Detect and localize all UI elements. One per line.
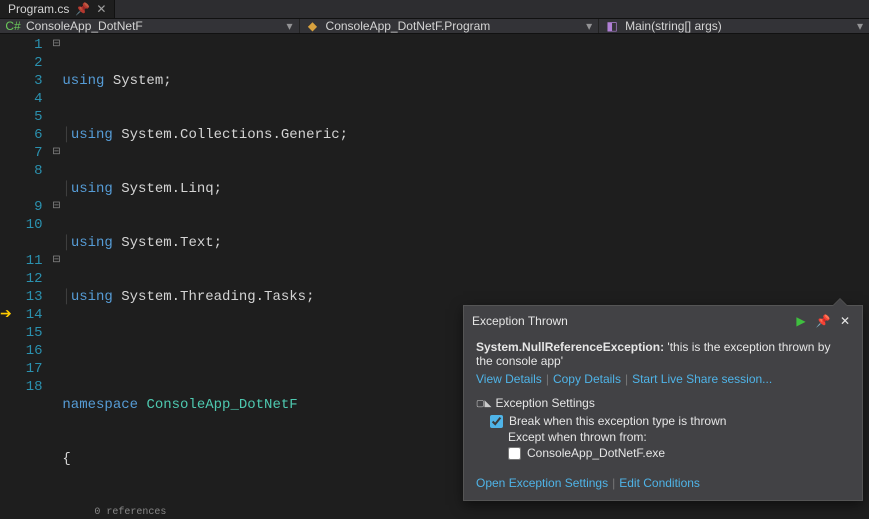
break-on-exception-checkbox[interactable]: Break when this exception type is thrown	[490, 414, 850, 428]
chevron-down-icon: ▾	[586, 19, 592, 33]
class-icon: ◆	[306, 19, 320, 33]
glyph-margin: ➔	[0, 34, 15, 519]
exception-popup: Exception Thrown ▶ 📌 ✕ System.NullRefere…	[463, 305, 863, 501]
popup-header: Exception Thrown ▶ 📌 ✕	[464, 306, 862, 336]
codelens-references[interactable]: 0 references	[94, 504, 166, 519]
copy-details-link[interactable]: Copy Details	[553, 372, 621, 386]
nav-class-dropdown[interactable]: ◆ ConsoleApp_DotNetF.Program ▾	[300, 19, 600, 33]
nav-project-label: ConsoleApp_DotNetF	[26, 19, 143, 33]
nav-bar: C# ConsoleApp_DotNetF ▾ ◆ ConsoleApp_Dot…	[0, 19, 869, 34]
live-share-link[interactable]: Start Live Share session...	[632, 372, 772, 386]
open-exception-settings-link[interactable]: Open Exception Settings	[476, 476, 608, 490]
close-tab-icon[interactable]: ✕	[96, 2, 106, 16]
close-popup-icon[interactable]: ✕	[836, 312, 854, 330]
editor-root: Program.cs 📌 ✕ C# ConsoleApp_DotNetF ▾ ◆…	[0, 0, 869, 519]
triangle-down-icon: ▢◣	[476, 398, 491, 409]
nav-project-dropdown[interactable]: C# ConsoleApp_DotNetF ▾	[0, 19, 300, 33]
nav-method-label: Main(string[] args)	[625, 19, 722, 33]
file-tab-label: Program.cs	[8, 2, 69, 16]
popup-title: Exception Thrown	[472, 314, 788, 328]
tab-bar: Program.cs 📌 ✕	[0, 0, 869, 19]
view-details-link[interactable]: View Details	[476, 372, 542, 386]
file-tab[interactable]: Program.cs 📌 ✕	[0, 0, 115, 18]
method-icon: ◧	[605, 19, 619, 33]
fold-gutter[interactable]: ⊟⊟⊟⊟	[51, 34, 63, 519]
nav-method-dropdown[interactable]: ◧ Main(string[] args) ▾	[599, 19, 869, 33]
chevron-down-icon: ▾	[857, 19, 863, 33]
chevron-down-icon: ▾	[287, 19, 293, 33]
except-when-label: Except when thrown from:	[508, 430, 850, 444]
current-statement-arrow-icon: ➔	[0, 306, 12, 324]
pin-icon[interactable]: 📌	[75, 2, 90, 16]
line-number-gutter: 123456789101112131415161718	[15, 34, 50, 519]
nav-class-label: ConsoleApp_DotNetF.Program	[326, 19, 491, 33]
popup-pointer-icon	[832, 298, 848, 306]
csharp-project-icon: C#	[6, 19, 20, 33]
exception-settings-expander[interactable]: ▢◣ Exception Settings	[476, 396, 850, 410]
exception-message: System.NullReferenceException: 'this is …	[476, 340, 850, 368]
pin-popup-icon[interactable]: 📌	[814, 312, 832, 330]
except-module-checkbox[interactable]: ConsoleApp_DotNetF.exe	[508, 446, 850, 460]
continue-button[interactable]: ▶	[792, 312, 810, 330]
edit-conditions-link[interactable]: Edit Conditions	[619, 476, 700, 490]
